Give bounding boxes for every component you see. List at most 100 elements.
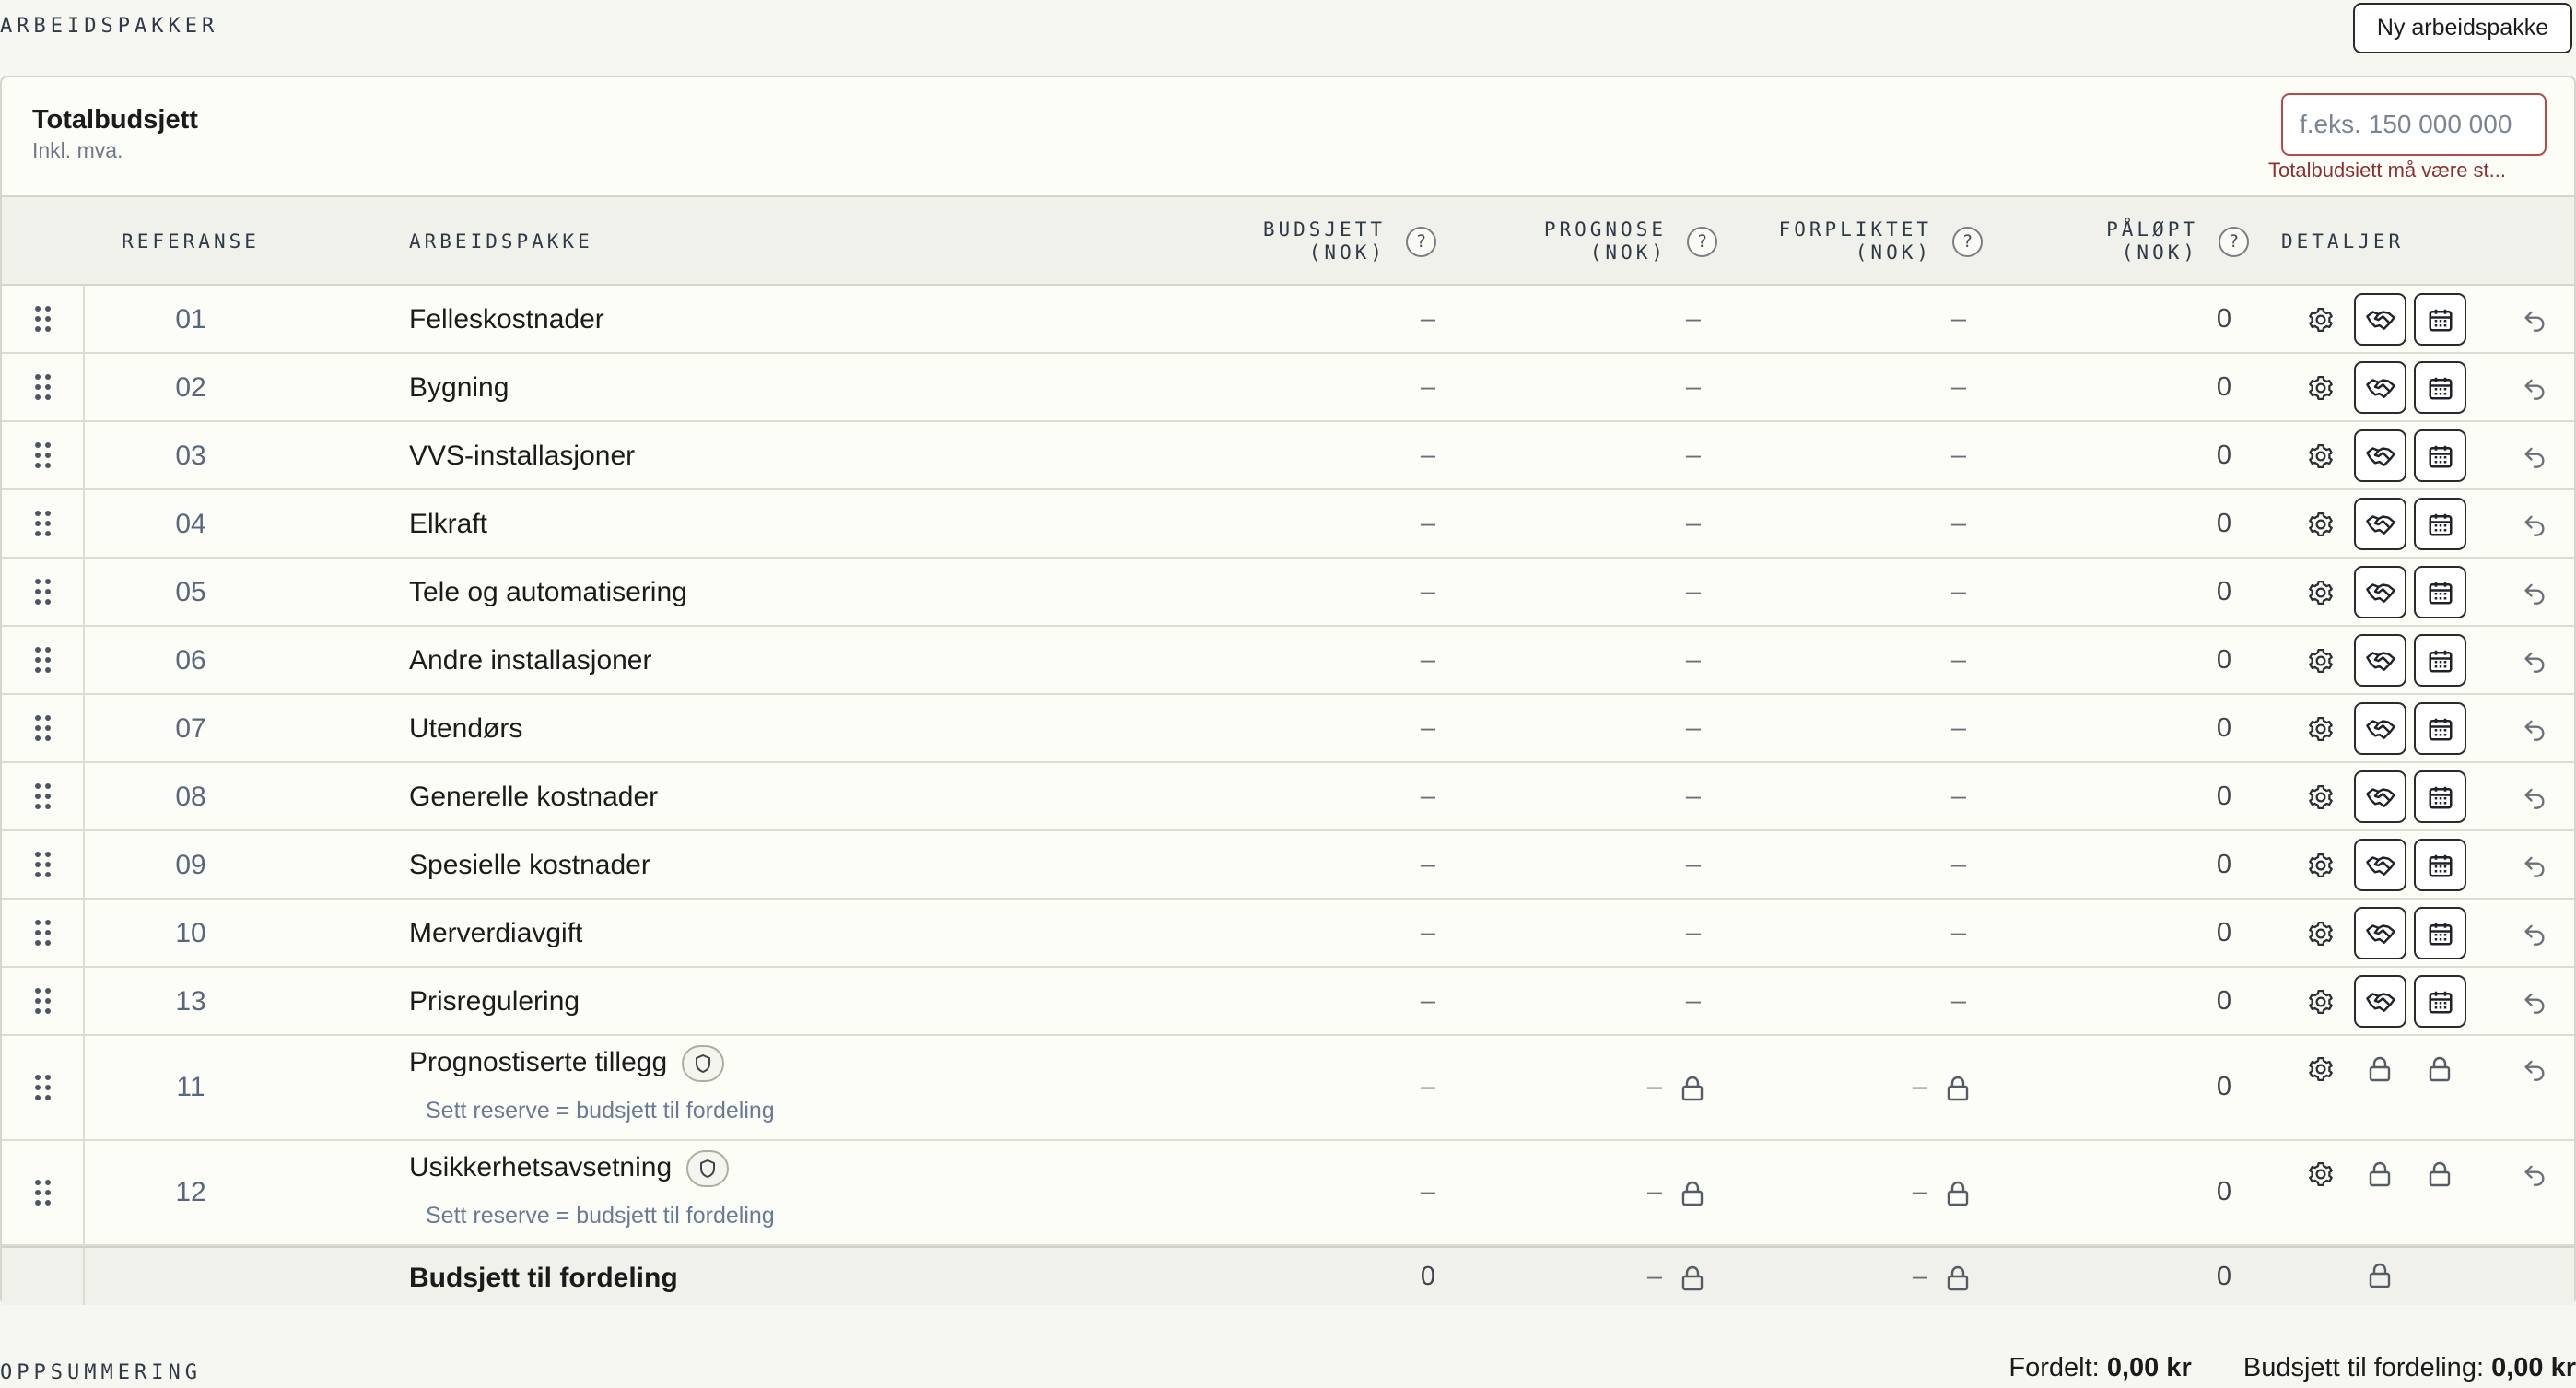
row-forecast: – bbox=[1685, 850, 1701, 879]
gear-icon[interactable] bbox=[2302, 983, 2339, 1020]
grip-icon[interactable] bbox=[34, 988, 51, 1014]
gear-icon[interactable] bbox=[2302, 506, 2339, 543]
undo-icon[interactable] bbox=[2516, 438, 2553, 475]
undo-icon[interactable] bbox=[2516, 779, 2553, 816]
grip-icon[interactable] bbox=[34, 920, 51, 946]
row-reference: 11 bbox=[176, 1072, 205, 1102]
handshake-icon[interactable] bbox=[2354, 293, 2406, 346]
calendar-icon[interactable] bbox=[2414, 293, 2466, 346]
set-reserve-link[interactable]: Sett reserve = budsjett til fordeling bbox=[426, 1098, 775, 1124]
undo-icon[interactable] bbox=[2516, 1051, 2553, 1088]
undo-icon[interactable] bbox=[2516, 1156, 2553, 1193]
row-package-name: Andre installasjoner bbox=[409, 645, 652, 676]
calendar-icon[interactable] bbox=[2414, 975, 2466, 1028]
row-committed: – bbox=[1950, 509, 1966, 538]
row-forecast: – bbox=[1685, 918, 1701, 947]
grip-icon[interactable] bbox=[34, 647, 51, 673]
reserve-row: 12 Usikkerhetsavsetning Sett reserve = bud… bbox=[2, 1141, 2574, 1246]
grip-icon[interactable] bbox=[34, 1180, 51, 1206]
grip-icon[interactable] bbox=[34, 783, 51, 809]
footer-label: Budsjett til fordeling bbox=[409, 1263, 678, 1293]
handshake-icon[interactable] bbox=[2354, 429, 2406, 482]
table-row: 13 Prisregulering – – – 0 bbox=[2, 968, 2574, 1036]
calendar-icon[interactable] bbox=[2414, 702, 2466, 755]
grip-icon[interactable] bbox=[34, 306, 51, 332]
handshake-icon[interactable] bbox=[2354, 907, 2406, 959]
calendar-icon[interactable] bbox=[2414, 429, 2466, 482]
undo-icon[interactable] bbox=[2516, 711, 2553, 747]
calendar-icon[interactable] bbox=[2414, 498, 2466, 550]
row-forecast: – bbox=[1685, 713, 1701, 743]
gear-icon[interactable] bbox=[2302, 711, 2339, 747]
total-budget-input[interactable] bbox=[2281, 93, 2547, 156]
grip-icon[interactable] bbox=[34, 442, 51, 468]
row-committed: – bbox=[1950, 577, 1966, 606]
handshake-icon[interactable] bbox=[2354, 498, 2406, 550]
gear-icon[interactable] bbox=[2302, 574, 2339, 611]
undo-icon[interactable] bbox=[2516, 370, 2553, 406]
row-committed: – bbox=[1950, 645, 1966, 675]
calendar-icon[interactable] bbox=[2414, 566, 2466, 618]
calendar-icon[interactable] bbox=[2414, 634, 2466, 687]
row-budget: – bbox=[1420, 372, 1435, 402]
grip-icon[interactable] bbox=[34, 374, 51, 400]
undo-icon[interactable] bbox=[2516, 506, 2553, 543]
undo-icon[interactable] bbox=[2516, 642, 2553, 679]
calendar-icon[interactable] bbox=[2414, 770, 2466, 823]
row-committed: – bbox=[1950, 441, 1966, 470]
new-work-package-button[interactable]: Ny arbeidspakke bbox=[2353, 3, 2572, 53]
calendar-icon[interactable] bbox=[2414, 839, 2466, 891]
calendar-icon[interactable] bbox=[2414, 361, 2466, 414]
table-row: 07 Utendørs – – – 0 bbox=[2, 695, 2574, 763]
handshake-icon[interactable] bbox=[2354, 839, 2406, 891]
undo-icon[interactable] bbox=[2516, 847, 2553, 884]
undo-icon[interactable] bbox=[2516, 983, 2553, 1020]
row-budget: – bbox=[1420, 1072, 1435, 1101]
row-forecast: – bbox=[1685, 372, 1701, 402]
row-accrued: 0 bbox=[2216, 782, 2231, 811]
grip-icon[interactable] bbox=[34, 852, 51, 877]
handshake-icon[interactable] bbox=[2354, 702, 2406, 755]
handshake-icon[interactable] bbox=[2354, 975, 2406, 1028]
row-package-name-wrap: Prognostiserte tillegg bbox=[409, 1045, 725, 1082]
handshake-icon[interactable] bbox=[2354, 566, 2406, 618]
undo-icon[interactable] bbox=[2516, 915, 2553, 952]
set-reserve-link[interactable]: Sett reserve = budsjett til fordeling bbox=[426, 1203, 775, 1229]
row-reference: 13 bbox=[175, 986, 206, 1017]
table-row: 04 Elkraft – – – 0 bbox=[2, 490, 2574, 559]
undo-icon[interactable] bbox=[2516, 574, 2553, 611]
gear-icon[interactable] bbox=[2302, 370, 2339, 406]
row-package-name: Prognostiserte tillegg bbox=[409, 1046, 668, 1077]
row-forecast: – bbox=[1685, 986, 1701, 1016]
gear-icon[interactable] bbox=[2302, 1156, 2339, 1193]
row-accrued: 0 bbox=[2216, 577, 2231, 606]
row-forecast: – bbox=[1685, 782, 1701, 811]
accrued-help-icon[interactable]: ? bbox=[2219, 226, 2249, 257]
handshake-icon[interactable] bbox=[2354, 770, 2406, 823]
handshake-icon[interactable] bbox=[2354, 634, 2406, 687]
lock-icon bbox=[1680, 1181, 1704, 1206]
lock-icon bbox=[2368, 1161, 2392, 1187]
calendar-icon[interactable] bbox=[2414, 907, 2466, 959]
gear-icon[interactable] bbox=[2302, 1051, 2339, 1088]
grip-icon[interactable] bbox=[34, 715, 51, 741]
grip-icon[interactable] bbox=[34, 579, 51, 605]
row-package-name: Felleskostnader bbox=[409, 304, 604, 335]
gear-icon[interactable] bbox=[2302, 847, 2339, 884]
section-title: ARBEIDSPAKKER bbox=[0, 15, 219, 38]
handshake-icon[interactable] bbox=[2354, 361, 2406, 414]
row-package-name: Bygning bbox=[409, 372, 509, 403]
gear-icon[interactable] bbox=[2302, 301, 2339, 338]
gear-icon[interactable] bbox=[2302, 915, 2339, 952]
gear-icon[interactable] bbox=[2302, 642, 2339, 679]
gear-icon[interactable] bbox=[2302, 779, 2339, 816]
lock-icon bbox=[2369, 1263, 2391, 1288]
lock-icon bbox=[1680, 1076, 1704, 1101]
undo-icon[interactable] bbox=[2516, 301, 2553, 338]
table-row: 09 Spesielle kostnader – – – 0 bbox=[2, 831, 2574, 900]
gear-icon[interactable] bbox=[2302, 438, 2339, 475]
footer-budget: 0 bbox=[1420, 1262, 1435, 1291]
row-committed: – bbox=[1912, 1072, 1927, 1101]
grip-icon[interactable] bbox=[34, 511, 51, 536]
grip-icon[interactable] bbox=[34, 1075, 51, 1100]
